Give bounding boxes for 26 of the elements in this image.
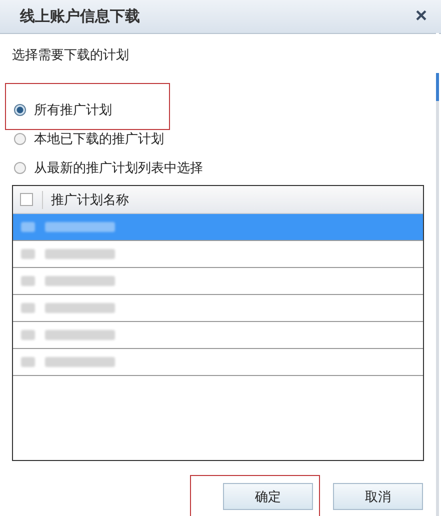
blurred-name <box>45 222 115 232</box>
blurred-checkbox <box>21 330 35 340</box>
blurred-name <box>45 303 115 313</box>
table-row[interactable] <box>13 214 423 241</box>
radio-button[interactable] <box>14 162 26 174</box>
dialog-button[interactable]: 确定 <box>223 483 313 510</box>
close-button[interactable]: × <box>411 5 431 28</box>
blurred-name <box>45 249 115 259</box>
blurred-checkbox <box>21 249 35 259</box>
window-title: 线上账户信息下载 <box>20 7 140 26</box>
blurred-name <box>45 276 115 286</box>
column-header: 推广计划名称 <box>42 190 129 208</box>
dialog-button[interactable]: 取消 <box>333 483 423 510</box>
blurred-name <box>45 357 115 367</box>
blurred-checkbox <box>21 357 35 367</box>
option-label[interactable]: 从最新的推广计划列表中选择 <box>34 158 203 176</box>
blurred-checkbox <box>21 276 35 286</box>
prompt-text: 选择需要下载的计划 <box>12 47 130 65</box>
blurred-checkbox <box>21 222 35 232</box>
radio-button[interactable] <box>14 132 26 144</box>
option-label[interactable]: 本地已下载的推广计划 <box>34 130 164 148</box>
blurred-checkbox <box>21 303 35 313</box>
checkbox[interactable] <box>20 193 33 206</box>
option-label[interactable]: 所有推广计划 <box>34 100 112 118</box>
blurred-name <box>45 330 115 340</box>
radio-button[interactable] <box>14 104 26 116</box>
